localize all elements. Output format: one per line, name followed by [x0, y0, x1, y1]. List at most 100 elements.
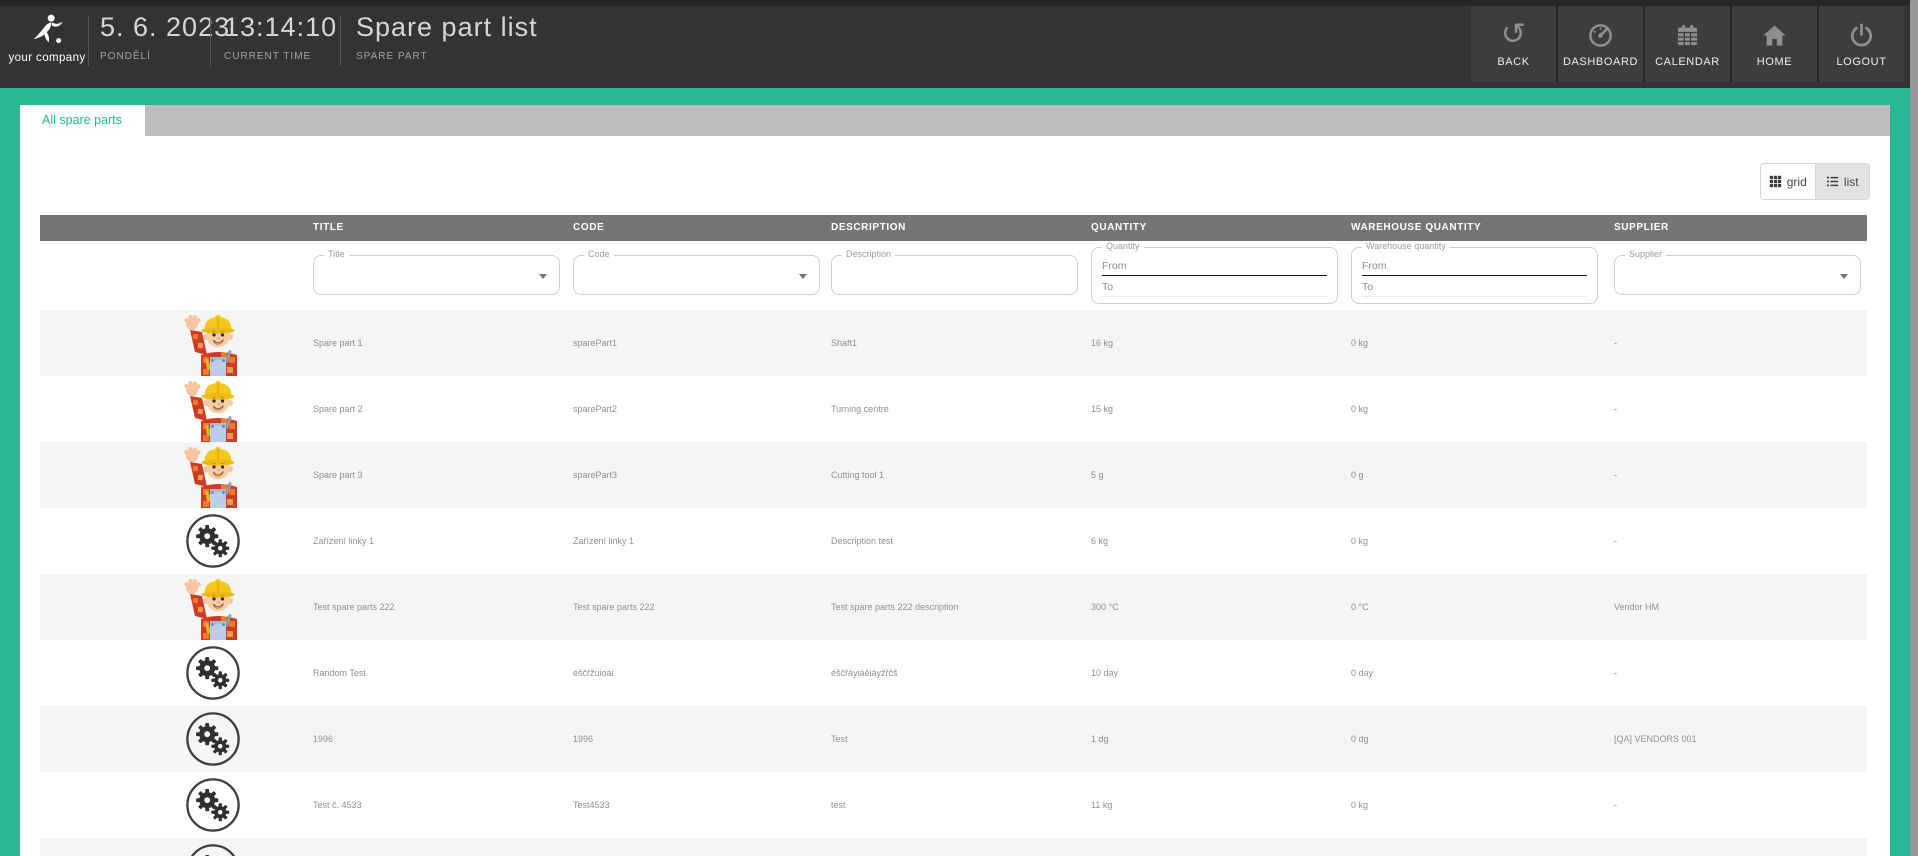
cell-description: Shaft1 — [831, 310, 857, 376]
cell-code: Test4533 — [573, 772, 610, 838]
company-logo-text: your company — [8, 52, 85, 64]
column-header-description: DESCRIPTION — [831, 215, 906, 241]
cell-warehouse-quantity: 0 day — [1351, 640, 1373, 706]
cell-quantity: 10 day — [1091, 640, 1118, 706]
warehouse-quantity-to-input[interactable] — [1362, 278, 1587, 297]
home-icon — [1761, 20, 1788, 50]
header-nav: ↺ BACK DASHBOARD CALENDAR HOME LOGOUT — [1471, 6, 1904, 82]
cell-code: Test spare parts 222 — [573, 574, 655, 640]
description-filter-input[interactable] — [840, 262, 1068, 288]
cell-description: test — [831, 772, 846, 838]
code-filter-select[interactable]: Code — [573, 255, 820, 295]
company-logo-icon — [27, 11, 67, 47]
cell-description: Turning centre — [831, 376, 889, 442]
quantity-to-input[interactable] — [1102, 278, 1327, 297]
gears-placeholder-icon — [174, 838, 252, 856]
caret-down-icon — [799, 274, 807, 279]
supplier-filter-select[interactable]: Supplier — [1614, 255, 1861, 295]
gears-placeholder-icon — [174, 508, 252, 574]
back-button[interactable]: ↺ BACK — [1471, 6, 1556, 82]
table-row[interactable] — [40, 838, 1867, 856]
cell-title: Test č. 4533 — [313, 772, 362, 838]
calendar-icon — [1674, 20, 1701, 50]
cell-code: 1996 — [573, 706, 593, 772]
cell-title: Spare part 2 — [313, 376, 363, 442]
cell-description: Test — [831, 706, 848, 772]
cell-title: Zařízení linky 1 — [313, 508, 374, 574]
cell-title: Random Test — [313, 640, 366, 706]
gears-placeholder-icon — [174, 706, 252, 772]
cell-title: Test spare parts 222 — [313, 574, 395, 640]
quantity-from-input[interactable] — [1102, 257, 1327, 276]
table-row[interactable]: Spare part 3 sparePart3 Cutting tool 1 5… — [40, 442, 1867, 508]
spare-part-image — [174, 574, 252, 640]
dashboard-button[interactable]: DASHBOARD — [1558, 6, 1643, 82]
table-row[interactable]: Test spare parts 222 Test spare parts 22… — [40, 574, 1867, 640]
cell-warehouse-quantity: 0 kg — [1351, 376, 1368, 442]
cell-quantity: 11 kg — [1091, 772, 1112, 838]
cell-description: Test spare parts 222 description — [831, 574, 959, 640]
title-filter-select[interactable]: Title — [313, 255, 560, 295]
cell-description: éščřáyiáěiáyžřčš — [831, 640, 898, 706]
cell-supplier: - — [1614, 508, 1617, 574]
cell-title: Spare part 1 — [313, 310, 363, 376]
calendar-button[interactable]: CALENDAR — [1645, 6, 1730, 82]
home-button[interactable]: HOME — [1732, 6, 1817, 82]
logout-button[interactable]: LOGOUT — [1819, 6, 1904, 82]
spare-part-image — [174, 310, 252, 376]
cell-supplier: - — [1614, 376, 1617, 442]
table-row[interactable]: Test č. 4533 Test4533 test 11 kg 0 kg - — [40, 772, 1867, 838]
current-time: 13:14:10 — [224, 12, 337, 43]
column-header-quantity: QUANTITY — [1091, 215, 1147, 241]
cell-quantity: 1 dg — [1091, 706, 1109, 772]
list-view-button[interactable]: list — [1816, 164, 1870, 199]
spare-part-image — [174, 376, 252, 442]
column-header-warehouse-quantity: WAREHOUSE QUANTITY — [1351, 215, 1481, 241]
table-row[interactable]: Random Test éščřžuioái éščřáyiáěiáyžřčš … — [40, 640, 1867, 706]
column-header-code: CODE — [573, 215, 604, 241]
grid-view-button[interactable]: grid — [1761, 164, 1816, 199]
table-row[interactable]: Spare part 1 sparePart1 Shaft1 16 kg 0 k… — [40, 310, 1867, 376]
cell-quantity: 300 °C — [1091, 574, 1119, 640]
cell-quantity: 15 kg — [1091, 376, 1113, 442]
cell-code: Zařízení linky 1 — [573, 508, 634, 574]
tab-bar-strip — [145, 105, 1890, 136]
column-header-supplier: SUPPLIER — [1614, 215, 1669, 241]
cell-code: sparePart2 — [573, 376, 617, 442]
page-title: Spare part list — [356, 12, 538, 43]
company-logo: your company — [6, 9, 88, 81]
filter-row: Title Code Description Quantity Warehous… — [40, 241, 1867, 310]
cell-supplier: - — [1614, 640, 1617, 706]
tab-all-spare-parts[interactable]: All spare parts — [20, 105, 145, 136]
cell-supplier: Vendor HM — [1614, 574, 1659, 640]
column-header-title: TITLE — [313, 215, 344, 241]
table-row[interactable]: Spare part 2 sparePart2 Turning centre 1… — [40, 376, 1867, 442]
warehouse-quantity-from-input[interactable] — [1362, 257, 1587, 276]
spare-part-image — [174, 442, 252, 508]
grid-icon — [1769, 175, 1782, 188]
cell-supplier: [QA] VENDORS 001 — [1614, 706, 1697, 772]
cell-code: sparePart1 — [573, 310, 617, 376]
cell-title: Spare part 3 — [313, 442, 363, 508]
page-title-block: Spare part list SPARE PART — [356, 12, 538, 62]
caret-down-icon — [539, 274, 547, 279]
quantity-filter-box: Quantity — [1091, 247, 1338, 304]
cell-code: sparePart3 — [573, 442, 617, 508]
caret-down-icon — [1840, 274, 1848, 279]
header-divider — [340, 16, 341, 66]
app-header: your company 5. 6. 2023 PONDĚLÍ 13:14:10… — [0, 0, 1918, 88]
dashboard-icon — [1587, 20, 1614, 50]
vertical-scrollbar[interactable] — [1910, 0, 1918, 856]
cell-supplier: - — [1614, 772, 1617, 838]
cell-warehouse-quantity: 0 dg — [1351, 706, 1369, 772]
header-divider — [88, 16, 89, 66]
table-row[interactable]: Zařízení linky 1 Zařízení linky 1 Descri… — [40, 508, 1867, 574]
cell-supplier: - — [1614, 442, 1617, 508]
header-time-block: 13:14:10 CURRENT TIME — [224, 12, 337, 62]
cell-description: Cutting tool 1 — [831, 442, 884, 508]
header-divider — [210, 16, 211, 66]
cell-description: Description test — [831, 508, 893, 574]
cell-warehouse-quantity: 0 kg — [1351, 508, 1368, 574]
cell-quantity: 6 kg — [1091, 508, 1108, 574]
table-row[interactable]: 1996 1996 Test 1 dg 0 dg [QA] VENDORS 00… — [40, 706, 1867, 772]
